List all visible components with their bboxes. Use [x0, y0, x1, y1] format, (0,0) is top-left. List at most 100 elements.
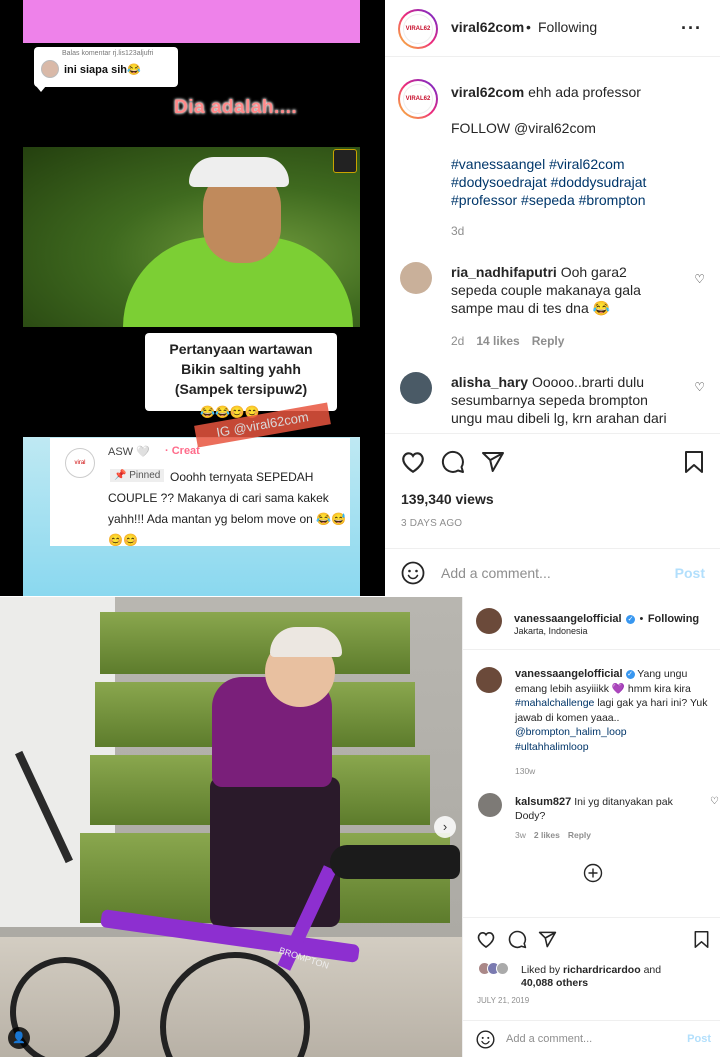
comment-item: ria_nadhifaputri Ooh gara2 sepeda couple… [400, 262, 705, 352]
like-heart-icon[interactable] [476, 930, 496, 949]
video-caption-line: Pertanyaan wartawan [169, 341, 313, 357]
caption-hashtags[interactable]: #vanessaangel #viral62com #dodysoedrajat… [451, 155, 706, 209]
comment-meta: 3w 2 likes Reply [515, 830, 591, 840]
post-photo[interactable]: BROMPTON › 👤 [0, 597, 462, 1057]
follow-dot: • [639, 613, 644, 625]
emoji-icon[interactable] [476, 1030, 495, 1049]
more-options-icon[interactable]: ··· [681, 18, 702, 39]
tagged-people-icon[interactable]: 👤 [8, 1027, 30, 1049]
video-caption-line: Bikin salting yahh [181, 361, 301, 377]
video-frame-photo [23, 147, 360, 327]
reply-context: Balas komentar rj.lis123aljufri [62, 50, 154, 57]
reply-text: ini siapa sih😂 [64, 64, 141, 76]
liked-by-avatars[interactable] [478, 962, 512, 976]
post-video[interactable]: Balas komentar rj.lis123aljufri ini siap… [0, 0, 385, 596]
header-avatar[interactable]: VIRAL62 [398, 9, 438, 49]
post-actions: 139,340 views 3 DAYS AGO [385, 433, 720, 548]
load-more-comments-icon[interactable] [583, 863, 603, 883]
comment-time[interactable]: 2d [451, 334, 464, 348]
video-caption-line: (Sampek tersipuw2) [174, 381, 308, 397]
video-top-banner [23, 0, 360, 43]
comment-username[interactable]: kalsum827 [515, 796, 571, 808]
header-avatar[interactable] [476, 608, 502, 634]
add-comment-bar: Add a comment... Post [463, 1020, 720, 1057]
pinned-comment: viral ASW 🤍 · Creat Ooohh ternyata SEPED… [50, 438, 350, 547]
add-comment-input[interactable]: Add a comment... [441, 565, 551, 581]
comment-reply-button[interactable]: Reply [532, 334, 565, 348]
liked-by-prefix: Liked by [521, 964, 561, 976]
photo-step [100, 612, 410, 674]
save-bookmark-icon[interactable] [693, 930, 710, 949]
pinned-label: 📌 Pinned [110, 469, 165, 482]
caption-hashtag[interactable]: #ultahhalimloop [515, 740, 715, 755]
commenter-avatar[interactable] [400, 262, 432, 294]
comment-likes[interactable]: 2 likes [534, 830, 560, 840]
caption-avatar[interactable] [476, 667, 502, 693]
view-count[interactable]: 139,340 views [401, 491, 494, 507]
comment-time[interactable]: 3w [515, 830, 526, 840]
post-comment-button[interactable]: Post [687, 1033, 711, 1045]
reply-comment-bubble: Balas komentar rj.lis123aljufri ini siap… [34, 47, 178, 92]
caption-text: ehh ada professor [528, 84, 641, 100]
comment-meta: 2d 14 likes Reply [451, 334, 564, 348]
comment-reply-button[interactable]: Reply [568, 830, 591, 840]
liked-by-user[interactable]: richardricardoo [563, 964, 641, 976]
pinned-author: ASW 🤍 [108, 446, 150, 458]
caption-time[interactable]: 3d [451, 222, 706, 240]
location[interactable]: Jakarta, Indonesia [514, 626, 588, 636]
post-time[interactable]: 3 DAYS AGO [401, 518, 462, 529]
post-date[interactable]: JULY 21, 2019 [477, 996, 529, 1005]
liker-avatar [496, 962, 509, 975]
follow-status[interactable]: Following [648, 613, 699, 625]
commenter-avatar[interactable] [478, 793, 502, 817]
commenter-avatar[interactable] [400, 372, 432, 404]
post-vanessaangelofficial: BROMPTON › 👤 vanessaangelofficial ✓ • Fo… [0, 597, 720, 1057]
share-send-icon[interactable] [481, 450, 505, 474]
post-sidebar: vanessaangelofficial ✓ • Following Jakar… [462, 597, 720, 1057]
follow-status[interactable]: Following [538, 19, 597, 35]
like-heart-icon[interactable] [400, 450, 426, 474]
comment-username[interactable]: alisha_hary [451, 374, 528, 390]
add-comment-input[interactable]: Add a comment... [506, 1033, 592, 1045]
commenter-avatar [41, 60, 59, 78]
avatar-logo: VIRAL62 [403, 14, 433, 44]
caption-avatar[interactable]: VIRAL62 [398, 79, 438, 119]
post-caption: vanessaangelofficial ✓ Yang ungu emang l… [515, 667, 715, 779]
save-bookmark-icon[interactable] [683, 450, 705, 474]
comment-body: ria_nadhifaputri Ooh gara2 sepeda couple… [451, 263, 676, 317]
next-photo-arrow-icon[interactable]: › [434, 816, 456, 838]
liked-by-others-line: 40,088 others [521, 976, 588, 990]
liked-by-and: and [643, 964, 662, 976]
comment-like-icon[interactable]: ♡ [710, 796, 719, 807]
header-username[interactable]: vanessaangelofficial [514, 613, 622, 625]
comment-likes[interactable]: 14 likes [476, 334, 519, 348]
post-actions: Liked by richardricardoo and 40,088 othe… [463, 917, 720, 1019]
post-comment-button[interactable]: Post [675, 565, 705, 581]
comment-item: alisha_hary Ooooo..brarti dulu sesumbarn… [400, 372, 705, 432]
photo-cap [189, 157, 289, 187]
share-send-icon[interactable] [538, 930, 557, 949]
caption-time[interactable]: 130w [515, 764, 715, 779]
video-headline: Dia adalah.... [174, 97, 298, 118]
comment-body: kalsum827 Ini yg ditanyakan pak Dody? [515, 795, 695, 823]
caption-mention[interactable]: @brompton_halim_loop [515, 725, 715, 740]
caption-hashtag[interactable]: #mahalchallenge [515, 697, 594, 709]
comment-bubble-icon[interactable] [441, 450, 465, 474]
comment-username[interactable]: ria_nadhifaputri [451, 264, 557, 280]
photo-cap [270, 627, 342, 657]
caption-username[interactable]: vanessaangelofficial [515, 668, 623, 680]
comment-like-icon[interactable]: ♡ [694, 272, 705, 286]
header-username[interactable]: viral62com [451, 19, 524, 35]
post-header: VIRAL62 viral62com • Following ··· [385, 0, 720, 57]
post-sidebar: VIRAL62 viral62com • Following ··· VIRAL… [385, 0, 720, 596]
liked-by-others[interactable]: 40,088 others [521, 977, 588, 989]
caption-username[interactable]: viral62com [451, 84, 524, 100]
comment-bubble-icon[interactable] [508, 930, 527, 949]
post-header: vanessaangelofficial ✓ • Following Jakar… [463, 597, 720, 650]
channel-logo-icon [333, 149, 357, 173]
emoji-icon[interactable] [401, 561, 425, 585]
comment-like-icon[interactable]: ♡ [694, 380, 705, 394]
verified-badge-icon: ✓ [626, 615, 636, 624]
comment-item: kalsum827 Ini yg ditanyakan pak Dody? 3w… [478, 793, 719, 843]
follow-dot: • [526, 19, 531, 35]
